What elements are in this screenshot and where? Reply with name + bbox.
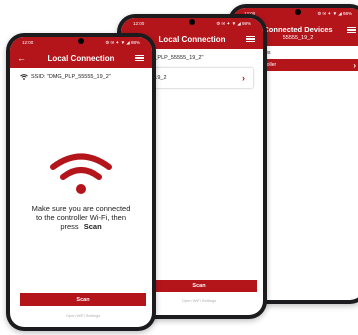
- ssid-row: SSID: "DMG_PLP_55555_19_2": [10, 68, 152, 86]
- instruction-line-3: press Scan: [16, 222, 146, 231]
- page-subtitle: 55555_19_2: [282, 34, 314, 41]
- phone-local-connection: 12:00 ⚙ ✉ ✦ ▼ ◢ 98% ← Local Connection S…: [6, 33, 156, 331]
- menu-icon[interactable]: [246, 34, 255, 44]
- page-title: Connected Devices: [263, 24, 333, 34]
- instruction-prefix: press: [60, 222, 79, 231]
- chevron-right-icon: ›: [353, 60, 356, 70]
- wifi-large-icon: [50, 153, 112, 194]
- status-indicators: ⚙ ✉ ✦ ▼ ◢ 98%: [317, 10, 352, 16]
- status-indicators: ⚙ ✉ ✦ ▼ ◢ 98%: [105, 39, 140, 45]
- open-wifi-settings-link[interactable]: Open WiFi Settings: [141, 298, 257, 303]
- back-arrow-icon[interactable]: ←: [17, 53, 26, 63]
- menu-icon[interactable]: [347, 25, 356, 35]
- screen: 12:00 ⚙ ✉ ✦ ▼ ◢ 98% ← Local Connection S…: [10, 37, 152, 327]
- instruction-line-2: to the controller Wi-Fi, then: [35, 213, 127, 222]
- page-title: Local Connection: [47, 53, 115, 63]
- instruction-emphasis: Scan: [83, 222, 102, 231]
- menu-icon[interactable]: [135, 53, 144, 63]
- instruction-line-1: Make sure you are connected: [31, 204, 131, 213]
- open-wifi-settings-link[interactable]: Open WiFi Settings: [20, 313, 146, 318]
- ssid-label: SSID: "DMG_PLP_55555_19_2": [31, 74, 111, 80]
- front-camera: [295, 9, 301, 15]
- status-indicators: ⚙ ✉ ✦ ▼ ◢ 98%: [216, 20, 251, 26]
- front-camera: [78, 38, 84, 44]
- status-time: 12:00: [22, 40, 34, 45]
- instruction-text: Make sure you are connected to the contr…: [16, 204, 146, 231]
- page-title: Local Connection: [158, 34, 226, 44]
- app-bar: ← Local Connection: [10, 48, 152, 68]
- status-time: 12:00: [133, 21, 145, 26]
- wifi-icon: [20, 74, 28, 80]
- scan-button[interactable]: Scan: [20, 293, 146, 306]
- scan-button[interactable]: Scan: [141, 280, 257, 292]
- front-camera: [189, 19, 195, 25]
- chevron-right-icon: ›: [242, 73, 245, 83]
